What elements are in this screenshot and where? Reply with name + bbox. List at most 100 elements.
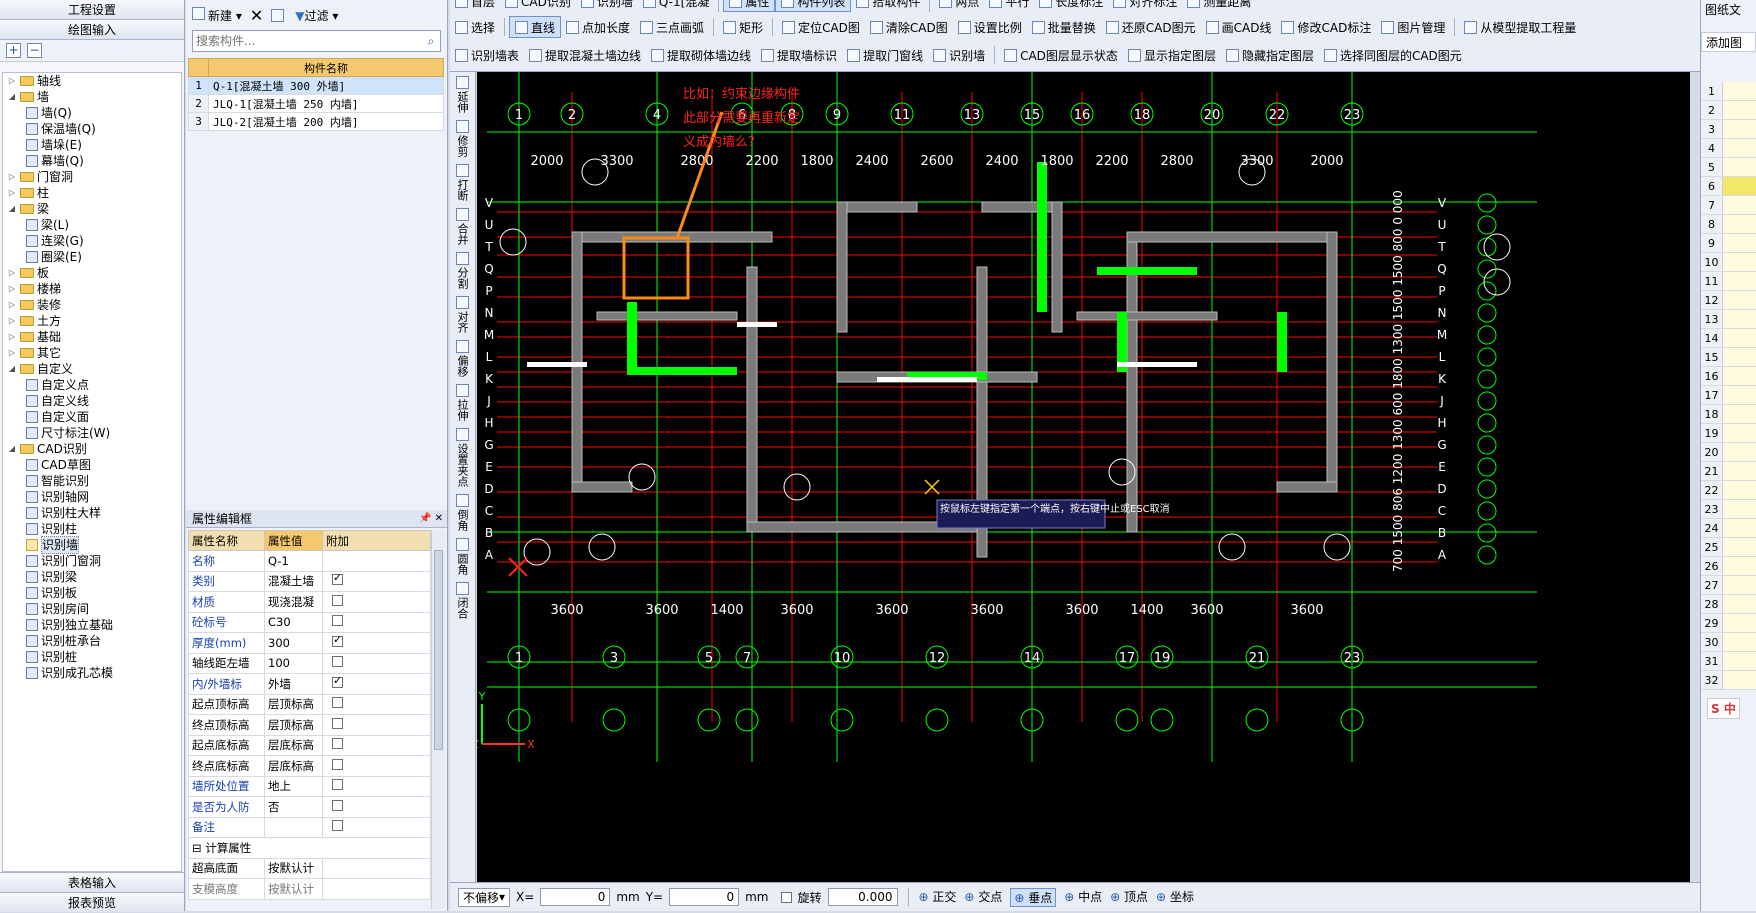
property-value[interactable]: 否 — [264, 796, 323, 818]
drawing-row[interactable]: 6 — [1701, 177, 1756, 196]
property-value[interactable]: 地上 — [264, 775, 323, 797]
tree-item[interactable]: ▷ 基础 — [3, 329, 181, 345]
toolbar-button[interactable]: 点加长度 — [561, 16, 635, 38]
extra-checkbox[interactable] — [332, 717, 343, 729]
vertical-tool-button[interactable]: 圆角 — [453, 538, 473, 578]
expander-icon[interactable]: ◢ — [7, 89, 17, 105]
toolbar-button[interactable]: 属性 — [723, 0, 776, 12]
tree-item[interactable]: ◢ CAD识别 — [3, 441, 181, 457]
drawing-row[interactable]: 30 — [1701, 633, 1756, 652]
tree-item[interactable]: 识别门窗洞 — [3, 553, 181, 569]
expander-icon[interactable]: ▷ — [7, 313, 17, 329]
property-value[interactable]: 混凝土墙 — [264, 570, 323, 592]
toolbar-button[interactable]: 三点画弧 — [635, 16, 709, 38]
drawing-row-cell[interactable] — [1723, 557, 1756, 575]
drawing-row-cell[interactable] — [1723, 652, 1756, 670]
vertical-tool-button[interactable]: 偏移 — [453, 340, 473, 380]
toolbar-button[interactable]: 设置比例 — [953, 16, 1027, 38]
add-drawing-button[interactable]: 添加图 — [1701, 32, 1756, 52]
drawing-row-cell[interactable] — [1723, 367, 1756, 385]
tree-item[interactable]: 识别独立基础 — [3, 617, 181, 633]
tree-item[interactable]: 自定义线 — [3, 393, 181, 409]
drawing-row-cell[interactable] — [1723, 120, 1756, 138]
toolbar-button[interactable]: 从模型提取工程量 — [1459, 16, 1581, 38]
y-input[interactable]: 0 — [669, 888, 740, 906]
toolbar-button[interactable]: 定位CAD图 — [777, 16, 865, 38]
drawing-row-cell[interactable] — [1723, 82, 1756, 100]
expander-icon[interactable]: ▷ — [7, 185, 17, 201]
tree-item[interactable]: 幕墙(Q) — [3, 153, 181, 169]
toolbar-button[interactable]: 提取砌体墙边线 — [646, 44, 756, 66]
toolbar-button[interactable]: CAD识别 — [500, 0, 576, 12]
vertical-tool-button[interactable]: 设置夹点 — [453, 428, 473, 490]
drawing-row[interactable]: 12 — [1701, 291, 1756, 310]
component-row[interactable]: 2 JLQ-1[混凝土墙 250 内墙] — [188, 94, 444, 113]
tree-item[interactable]: ▷ 板 — [3, 265, 181, 281]
vertical-tool-button[interactable]: 闭合 — [453, 582, 473, 622]
pin-close-icon[interactable]: 📌 ✕ — [419, 510, 447, 527]
toolbar-button[interactable]: 画CAD线 — [1201, 16, 1277, 38]
component-name[interactable]: JLQ-2[混凝土墙 200 内墙] — [208, 112, 444, 131]
property-row[interactable]: 终点底标高 层底标高 — [188, 755, 431, 777]
drawing-row-cell[interactable] — [1723, 462, 1756, 480]
drawing-row-cell[interactable] — [1723, 253, 1756, 271]
tree-item[interactable]: 识别板 — [3, 585, 181, 601]
drawing-row[interactable]: 7 — [1701, 196, 1756, 215]
property-group[interactable]: ⊟ 计算属性 — [188, 837, 431, 859]
toolbar-button[interactable]: 构件列表 — [775, 0, 852, 12]
vertical-tool-button[interactable]: 分割 — [453, 252, 473, 292]
drawing-row-cell[interactable] — [1723, 272, 1756, 290]
tree-item[interactable]: ▷ 门窗洞 — [3, 169, 181, 185]
property-value[interactable]: 层底标高 — [264, 755, 323, 777]
expander-icon[interactable]: ▷ — [7, 297, 17, 313]
toolbar-button[interactable]: 提取混凝土墙边线 — [524, 44, 646, 66]
drawing-row-cell[interactable] — [1723, 215, 1756, 233]
tree-item[interactable]: 识别墙 — [3, 536, 181, 554]
vertical-tool-button[interactable]: 修剪 — [453, 120, 473, 160]
collapse-all-button[interactable]: − — [27, 43, 42, 58]
rotate-input[interactable]: 0.000 — [827, 888, 898, 906]
vertical-tool-button[interactable]: 打断 — [453, 164, 473, 204]
tree-item[interactable]: 识别桩 — [3, 649, 181, 665]
drawing-row-cell[interactable] — [1723, 329, 1756, 347]
tree-item[interactable]: ▷ 轴线 — [3, 73, 181, 89]
tab-report-preview[interactable]: 报表预览 — [0, 892, 184, 912]
copy-icon[interactable] — [271, 8, 285, 22]
tree-item[interactable]: 识别柱 — [3, 521, 181, 537]
tree-item[interactable]: 保温墙(Q) — [3, 121, 181, 137]
toolbar-button[interactable]: 提取墙标识 — [756, 44, 842, 66]
property-row[interactable]: ⊟ 计算属性 — [188, 837, 431, 859]
extra-checkbox[interactable] — [332, 571, 343, 586]
extra-checkbox[interactable] — [332, 758, 343, 770]
drawing-row[interactable]: 4 — [1701, 139, 1756, 158]
toolbar-button[interactable]: 直线 — [509, 16, 562, 38]
tree-item[interactable]: 识别柱大样 — [3, 505, 181, 521]
property-row[interactable]: 材质 现浇混凝 — [188, 591, 431, 613]
property-value[interactable]: 现浇混凝 — [264, 591, 323, 613]
property-row[interactable]: 起点底标高 层底标高 — [188, 734, 431, 756]
property-row[interactable]: 砼标号 C30 — [188, 611, 431, 633]
tree-item[interactable]: 智能识别 — [3, 473, 181, 489]
tree-item[interactable]: ▷ 柱 — [3, 185, 181, 201]
property-value[interactable]: 层底标高 — [264, 734, 323, 756]
extra-checkbox[interactable] — [332, 615, 343, 627]
expander-icon[interactable]: ▷ — [7, 329, 17, 345]
toolbar-button[interactable]: 图片管理 — [1376, 16, 1450, 38]
extra-checkbox[interactable] — [332, 656, 343, 668]
vertical-tool-button[interactable]: 倒角 — [453, 494, 473, 534]
drawing-row-cell[interactable] — [1723, 671, 1756, 689]
toolbar-button[interactable]: 首层 — [450, 0, 500, 12]
property-value[interactable]: 100 — [264, 652, 323, 674]
offset-mode-select[interactable]: 不偏移 ▾ — [458, 887, 511, 907]
drawing-row-cell[interactable] — [1723, 595, 1756, 613]
drawing-row-cell[interactable] — [1723, 443, 1756, 461]
drawing-row[interactable]: 1 — [1701, 82, 1756, 101]
expander-icon[interactable]: ▷ — [7, 281, 17, 297]
new-component-button[interactable]: 新建 ▾ — [192, 6, 242, 24]
extra-checkbox[interactable] — [332, 633, 343, 647]
property-row[interactable]: 类别 混凝土墙 — [188, 570, 431, 592]
vertical-tool-button[interactable]: 延伸 — [453, 76, 473, 116]
property-value[interactable]: 按默认计 — [264, 878, 323, 900]
tab-table-input[interactable]: 表格输入 — [0, 872, 184, 892]
extra-checkbox[interactable] — [332, 674, 343, 688]
